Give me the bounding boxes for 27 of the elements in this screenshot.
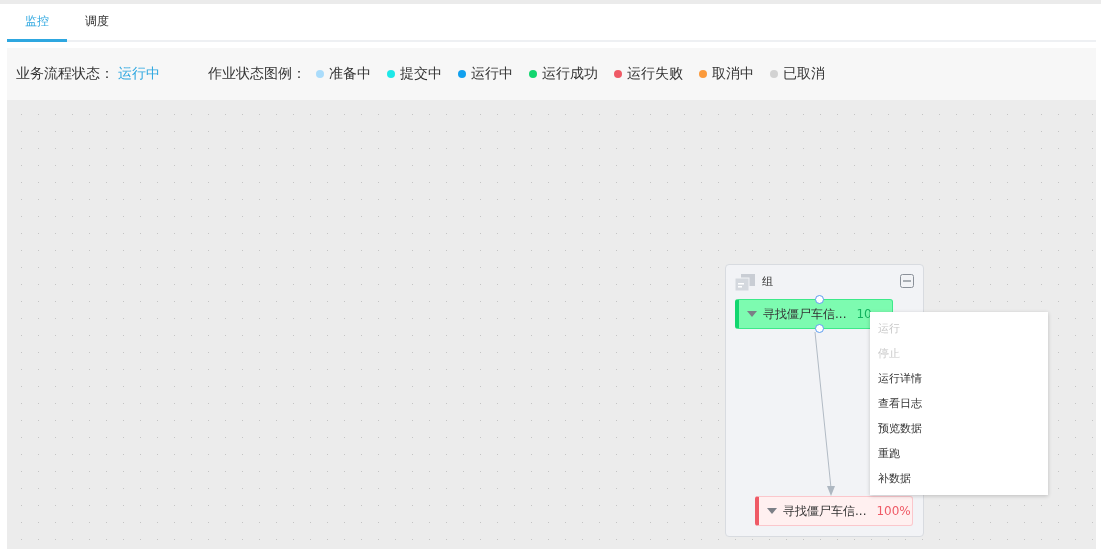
- tab[interactable]: 调度: [67, 4, 127, 42]
- legend-item-label: 运行失败: [627, 65, 683, 83]
- legend-item-label: 提交中: [400, 65, 442, 83]
- menu-item[interactable]: 补数据: [870, 466, 1048, 491]
- node-name: 寻找僵尸车信...: [763, 305, 847, 323]
- caret-icon: [767, 508, 777, 514]
- menu-item[interactable]: 运行详情: [870, 366, 1048, 391]
- port-handle[interactable]: [815, 324, 824, 333]
- group-title: 组: [762, 274, 773, 289]
- collapse-icon[interactable]: [900, 274, 914, 288]
- caret-icon: [747, 311, 757, 317]
- legend-item-label: 运行成功: [542, 65, 598, 83]
- menu-item[interactable]: 查看日志: [870, 391, 1048, 416]
- flow-status-value: 运行中: [118, 65, 160, 83]
- node-name: 寻找僵尸车信...: [783, 502, 867, 520]
- job-node[interactable]: 寻找僵尸车信... 100%: [755, 496, 913, 526]
- node-progress: 100%: [876, 504, 911, 518]
- legend-item-label: 运行中: [471, 65, 513, 83]
- legend-item-label: 已取消: [783, 65, 825, 83]
- legend-item-label: 取消中: [712, 65, 754, 83]
- flow-status-label: 业务流程状态：: [16, 65, 114, 83]
- port-handle[interactable]: [815, 295, 824, 304]
- stack-icon: [735, 274, 755, 291]
- legend-label: 作业状态图例：: [208, 65, 306, 83]
- menu-item[interactable]: 预览数据: [870, 416, 1048, 441]
- legend-item-label: 准备中: [329, 65, 371, 83]
- menu-item[interactable]: 重跑: [870, 441, 1048, 466]
